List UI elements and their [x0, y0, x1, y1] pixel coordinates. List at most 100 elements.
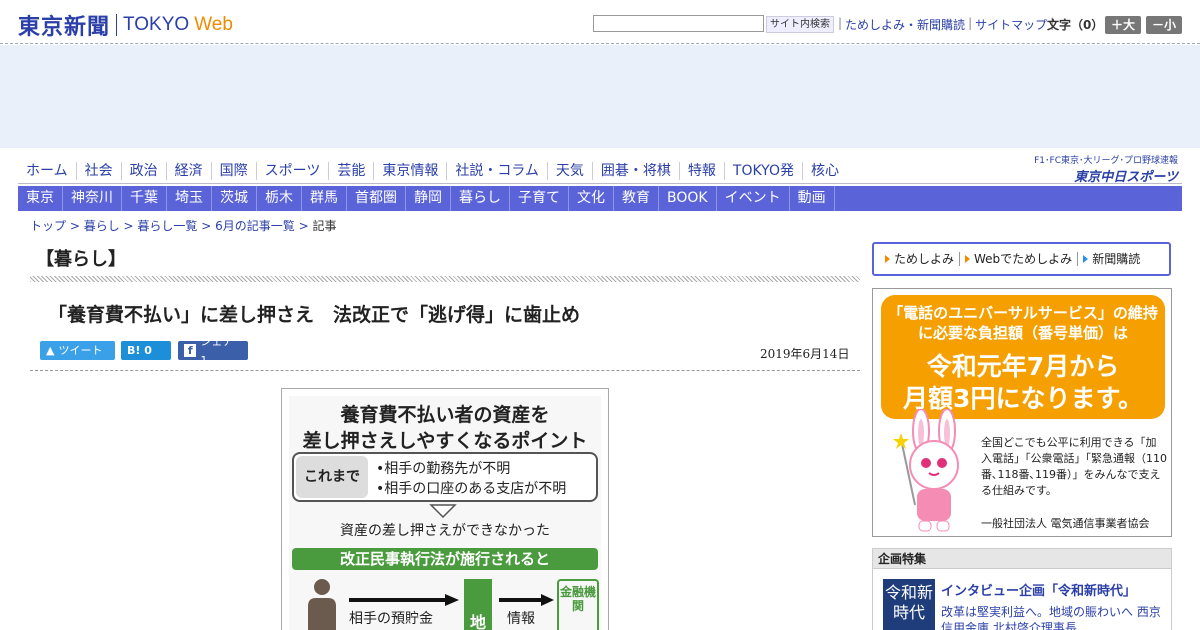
feature-box: 企画特集 令和新時代 インタビュー企画「令和新時代」 改革は堅実利益へ。地域の賑… [872, 548, 1172, 630]
sidebar-advertisement[interactable]: 「電話のユニバーサルサービス」の維持に必要な負担額（番号単価）は 令和元年7月か… [872, 288, 1172, 537]
hatena-bookmark-button[interactable]: B! 0 [121, 341, 171, 360]
nav-item-society[interactable]: 社会 [77, 162, 122, 180]
ad-organization: 一般社団法人 電気通信事業者協会 [981, 517, 1150, 530]
article-rule [30, 370, 860, 371]
breadcrumb-link[interactable]: 6月の記事一覧 [215, 219, 295, 233]
tweet-button[interactable]: ▲ ツイート [40, 341, 115, 360]
link-separator: | [968, 16, 973, 30]
web-trial-read-link[interactable]: Webでためしよみ [960, 252, 1079, 266]
nav-item-economy[interactable]: 経済 [167, 162, 212, 180]
twitter-bird-icon: ▲ [46, 344, 55, 357]
region-item[interactable]: 暮らし [451, 186, 510, 211]
region-item[interactable]: 子育て [510, 186, 569, 211]
region-item[interactable]: 教育 [614, 186, 659, 211]
arrow-icon [885, 255, 890, 263]
region-item[interactable]: 千葉 [122, 186, 167, 211]
nav-item-weather[interactable]: 天気 [548, 162, 593, 180]
infographic-title-line1: 養育費不払い者の資産を [340, 404, 550, 426]
logo-web: Web [194, 14, 233, 35]
nav-item-politics[interactable]: 政治 [122, 162, 167, 180]
deposit-label: 相手の預貯金 [349, 611, 433, 627]
down-arrow-icon [429, 504, 457, 518]
breadcrumb-link[interactable]: 暮らし [84, 219, 120, 233]
region-item[interactable]: 群馬 [302, 186, 347, 211]
trial-read-link[interactable]: ためしよみ [880, 252, 961, 266]
font-size-label: 文字（0） [1047, 18, 1104, 32]
search-input[interactable] [593, 15, 764, 32]
region-nav: 東京 神奈川 千葉 埼玉 茨城 栃木 群馬 首都圏 静岡 暮らし 子育て 文化 … [18, 186, 1182, 211]
feature-title-link[interactable]: インタビュー企画「令和新時代」 [941, 580, 1136, 599]
subscribe-link[interactable]: 新聞購読 [1078, 252, 1145, 266]
until-now-point: •相手の勤務先が不明 [376, 461, 511, 477]
nav-item-editorial[interactable]: 社説・コラム [447, 162, 548, 180]
chunichi-tagline: F1･FC東京･大リーグ･プロ野球速報 [1034, 156, 1178, 166]
article-date: 2019年6月14日 [760, 347, 850, 361]
facebook-icon: f [184, 344, 197, 357]
subscription-links: ためしよみ Webでためしよみ 新聞購読 [872, 242, 1171, 276]
sitemap-link[interactable]: サイトマップ [975, 16, 1047, 33]
right-arrow-icon [499, 594, 554, 606]
region-item[interactable]: 静岡 [406, 186, 451, 211]
breadcrumb-link[interactable]: 暮らし一覧 [137, 219, 197, 233]
top-bar: 東京新聞 TOKYO Web サイト内検索 | ためしよみ・新聞購読 | サイト… [0, 0, 1200, 44]
reiwa-badge[interactable]: 令和新時代 [883, 579, 935, 630]
until-now-label: これまで [296, 456, 368, 498]
chunichi-logo: 東京中日スポーツ [1074, 170, 1178, 185]
nav-item-special[interactable]: 特報 [680, 162, 725, 180]
site-search-button[interactable]: サイト内検索 [766, 16, 834, 33]
arrow-icon [1083, 255, 1089, 263]
region-item[interactable]: 栃木 [257, 186, 302, 211]
ad-big-text: 令和元年7月から [926, 352, 1120, 381]
article-headline: 「養育費不払い」に差し押さえ 法改正で「逃げ得」に歯止め [48, 304, 581, 326]
nav-item-world[interactable]: 国際 [212, 162, 257, 180]
chunichi-sports-link[interactable]: F1･FC東京･大リーグ･プロ野球速報 東京中日スポーツ [1034, 153, 1178, 185]
nav-item-go-shogi[interactable]: 囲碁・将棋 [593, 162, 680, 180]
feature-description[interactable]: 改革は堅実利益へ。地域の賑わいへ 西京信用金庫 北村啓介理事長 [941, 604, 1169, 630]
nav-item-core[interactable]: 核心 [803, 162, 847, 180]
law-banner: 改正民事執行法が施行されると [292, 548, 598, 570]
ad-headline: 「電話のユニバーサルサービス」の維持に必要な負担額（番号単価）は [888, 304, 1158, 342]
bank-box: 金融機関 [557, 579, 599, 630]
feature-heading: 企画特集 [873, 549, 1171, 569]
web-trial-read-label: Webでためしよみ [974, 252, 1073, 266]
arrow-icon [965, 255, 971, 263]
ad-speech-bubble: 「電話のユニバーサルサービス」の維持に必要な負担額（番号単価）は 令和元年7月か… [881, 295, 1165, 419]
logo-japanese: 東京新聞 [18, 14, 111, 40]
font-larger-button[interactable]: ＋大 [1105, 16, 1141, 34]
site-logo[interactable]: 東京新聞 TOKYO Web [18, 9, 233, 41]
font-smaller-button[interactable]: －小 [1146, 16, 1182, 34]
nav-item-entertainment[interactable]: 芸能 [329, 162, 375, 180]
region-item[interactable]: 首都圏 [347, 186, 406, 211]
section-divider [30, 276, 860, 282]
until-now-point: •相手の口座のある支店が不明 [376, 481, 567, 497]
infographic-body: 養育費不払い者の資産を 差し押さえしやすくなるポイント これまで •相手の勤務先… [289, 396, 601, 630]
region-item[interactable]: 埼玉 [167, 186, 212, 211]
nav-item-sports[interactable]: スポーツ [257, 162, 330, 180]
right-arrow-icon [349, 594, 459, 606]
region-item[interactable]: 神奈川 [63, 186, 122, 211]
nav-item-tokyo-hatsu[interactable]: TOKYO発 [725, 162, 803, 180]
info-label: 情報 [507, 611, 535, 627]
logo-english: TOKYO [123, 14, 190, 35]
court-box: 地裁 [464, 579, 492, 630]
link-separator: | [838, 16, 843, 30]
trial-subscribe-link[interactable]: ためしよみ・新聞購読 [845, 16, 965, 33]
tweet-label: ツイート [58, 344, 103, 357]
infographic-title-line2: 差し押さえしやすくなるポイント [302, 430, 588, 452]
region-item[interactable]: 茨城 [212, 186, 257, 211]
breadcrumb-link[interactable]: トップ [30, 219, 66, 233]
result-text: 資産の差し押さえができなかった [340, 523, 550, 539]
region-item[interactable]: BOOK [659, 186, 717, 211]
region-item[interactable]: イベント [717, 186, 790, 211]
facebook-share-button[interactable]: f シェア 1 [178, 335, 248, 367]
nav-item-home[interactable]: ホーム [18, 162, 77, 180]
region-item[interactable]: 東京 [18, 186, 63, 211]
rabbit-mascot-icon [893, 409, 959, 532]
breadcrumb-current: 記事 [312, 219, 337, 233]
facebook-share-label: シェア 1 [200, 334, 234, 367]
logo-divider [116, 14, 118, 36]
region-item[interactable]: 文化 [569, 186, 614, 211]
breadcrumb: トップ > 暮らし > 暮らし一覧 > 6月の記事一覧 > 記事 [30, 219, 337, 233]
nav-item-tokyo-info[interactable]: 東京情報 [374, 162, 448, 180]
region-item[interactable]: 動画 [790, 186, 835, 211]
